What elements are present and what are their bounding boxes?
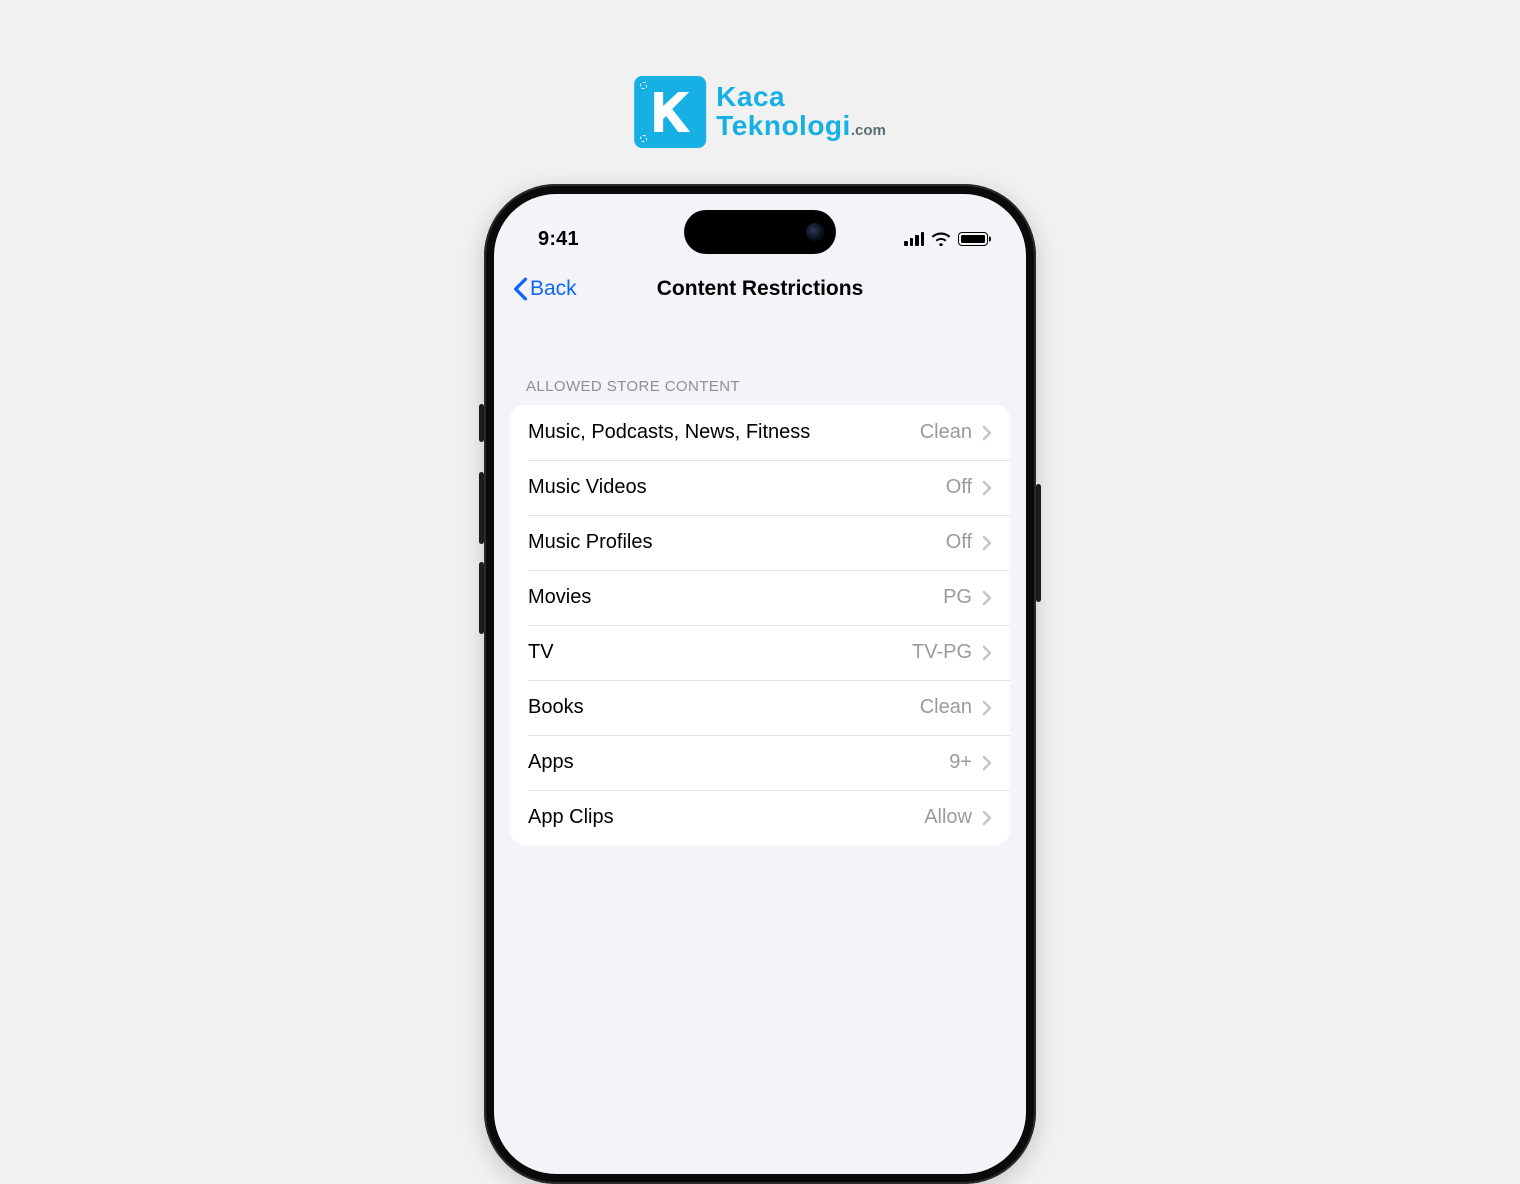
section-header: ALLOWED STORE CONTENT (494, 320, 1026, 405)
chevron-right-icon (982, 700, 992, 716)
row-label: Music Videos (528, 476, 946, 499)
row-tv[interactable]: TV TV-PG (510, 625, 1010, 680)
row-music-podcasts-news-fitness[interactable]: Music, Podcasts, News, Fitness Clean (510, 405, 1010, 460)
row-label: Apps (528, 751, 949, 774)
chevron-right-icon (982, 645, 992, 661)
row-label: Books (528, 696, 920, 719)
chevron-right-icon (982, 535, 992, 551)
row-music-videos[interactable]: Music Videos Off (510, 460, 1010, 515)
row-value: Allow (924, 806, 972, 829)
brand-logo-tile (634, 76, 706, 148)
dynamic-island (684, 210, 836, 254)
brand-text-line2: Teknologi (716, 110, 851, 141)
phone-power-button (1036, 484, 1041, 602)
phone-volume-up (479, 472, 484, 544)
row-value: TV-PG (912, 641, 972, 664)
row-value: PG (943, 586, 972, 609)
cellular-icon (904, 232, 924, 246)
letter-k-icon (644, 86, 696, 138)
page-title: Content Restrictions (657, 277, 864, 301)
chevron-right-icon (982, 425, 992, 441)
back-button-label: Back (530, 277, 577, 301)
brand-watermark: Kaca Teknologi.com (634, 76, 886, 148)
row-app-clips[interactable]: App Clips Allow (510, 790, 1010, 845)
phone-volume-down (479, 562, 484, 634)
iphone-mockup: 9:41 Back Content Restrict (484, 184, 1036, 1184)
navigation-bar: Back Content Restrictions (494, 258, 1026, 320)
battery-icon (958, 232, 988, 246)
wifi-icon (931, 232, 951, 246)
brand-text-suffix: .com (851, 122, 886, 139)
brand-text-line1: Kaca (716, 83, 886, 112)
camera-icon (806, 223, 824, 241)
phone-mute-switch (479, 404, 484, 442)
settings-list: Music, Podcasts, News, Fitness Clean Mus… (510, 405, 1010, 845)
row-label: TV (528, 641, 912, 664)
chevron-right-icon (982, 810, 992, 826)
row-value: Clean (920, 421, 972, 444)
row-label: Music, Podcasts, News, Fitness (528, 421, 920, 444)
row-value: Off (946, 476, 972, 499)
chevron-left-icon (512, 277, 528, 301)
row-music-profiles[interactable]: Music Profiles Off (510, 515, 1010, 570)
row-books[interactable]: Books Clean (510, 680, 1010, 735)
row-label: Music Profiles (528, 531, 946, 554)
row-movies[interactable]: Movies PG (510, 570, 1010, 625)
row-value: 9+ (949, 751, 972, 774)
row-label: App Clips (528, 806, 924, 829)
row-label: Movies (528, 586, 943, 609)
row-value: Off (946, 531, 972, 554)
chevron-right-icon (982, 480, 992, 496)
chevron-right-icon (982, 755, 992, 771)
status-time: 9:41 (538, 228, 579, 251)
phone-screen: 9:41 Back Content Restrict (494, 194, 1026, 1174)
back-button[interactable]: Back (506, 258, 583, 320)
row-value: Clean (920, 696, 972, 719)
chevron-right-icon (982, 590, 992, 606)
row-apps[interactable]: Apps 9+ (510, 735, 1010, 790)
